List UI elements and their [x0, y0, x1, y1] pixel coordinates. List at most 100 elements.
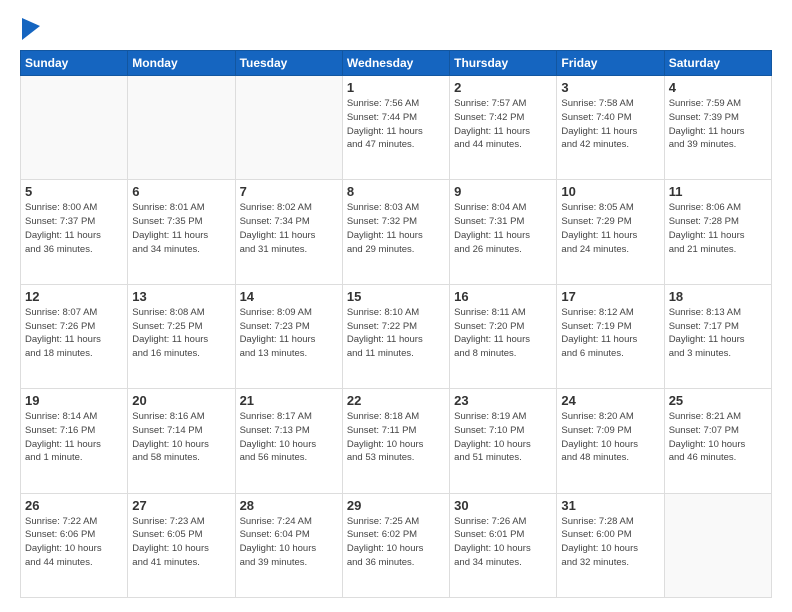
calendar-cell: 22 Sunrise: 8:18 AMSunset: 7:11 PMDayligh…	[342, 389, 449, 493]
day-number: 2	[454, 80, 552, 95]
day-info-line: Sunset: 6:06 PM	[25, 529, 95, 540]
day-info-line: and 51 minutes.	[454, 452, 522, 463]
day-info-line: and 13 minutes.	[240, 348, 308, 359]
day-info-line: and 18 minutes.	[25, 348, 93, 359]
calendar-cell: 31Sunrise: 7:28 AMSunset: 6:00 PMDayligh…	[557, 493, 664, 597]
day-info-line: Sunset: 6:05 PM	[132, 529, 202, 540]
day-info-line: Sunrise: 8:06 AM	[669, 202, 741, 213]
day-info-line: and 42 minutes.	[561, 139, 629, 150]
day-info-line: Sunset: 7:39 PM	[669, 112, 739, 123]
calendar-header-row: SundayMondayTuesdayWednesdayThursdayFrid…	[21, 51, 772, 76]
day-number: 15	[347, 289, 445, 304]
day-info: Sunrise: 8:16 AMSunset: 7:14 PMDaylight:…	[132, 410, 230, 465]
day-info-line: Sunrise: 8:04 AM	[454, 202, 526, 213]
day-info-line: Daylight: 11 hours	[347, 230, 423, 241]
calendar-cell: 29Sunrise: 7:25 AMSunset: 6:02 PMDayligh…	[342, 493, 449, 597]
day-info-line: Sunrise: 7:23 AM	[132, 516, 204, 527]
day-info-line: Sunrise: 8:10 AM	[347, 307, 419, 318]
day-info-line: Sunrise: 8:05 AM	[561, 202, 633, 213]
day-info-line: Sunset: 7:32 PM	[347, 216, 417, 227]
day-info: Sunrise: 7:57 AMSunset: 7:42 PMDaylight:…	[454, 97, 552, 152]
day-info: Sunrise: 8:08 AMSunset: 7:25 PMDaylight:…	[132, 306, 230, 361]
day-number: 19	[25, 393, 123, 408]
day-info-line: Daylight: 11 hours	[561, 334, 637, 345]
day-info-line: Sunset: 7:31 PM	[454, 216, 524, 227]
day-info-line: Sunrise: 8:13 AM	[669, 307, 741, 318]
day-info-line: Daylight: 11 hours	[132, 230, 208, 241]
calendar-cell	[128, 76, 235, 180]
day-info: Sunrise: 8:20 AMSunset: 7:09 PMDaylight:…	[561, 410, 659, 465]
day-info-line: Sunset: 7:28 PM	[669, 216, 739, 227]
day-info-line: and 29 minutes.	[347, 244, 415, 255]
day-number: 22	[347, 393, 445, 408]
day-info: Sunrise: 8:18 AMSunset: 7:11 PMDaylight:…	[347, 410, 445, 465]
calendar-cell: 13Sunrise: 8:08 AMSunset: 7:25 PMDayligh…	[128, 284, 235, 388]
day-info-line: Sunset: 7:23 PM	[240, 321, 310, 332]
day-info-line: Sunset: 7:35 PM	[132, 216, 202, 227]
calendar-cell: 8 Sunrise: 8:03 AMSunset: 7:32 PMDaylight…	[342, 180, 449, 284]
day-info-line: Daylight: 11 hours	[132, 334, 208, 345]
calendar-cell: 21Sunrise: 8:17 AMSunset: 7:13 PMDayligh…	[235, 389, 342, 493]
day-info: Sunrise: 8:19 AMSunset: 7:10 PMDaylight:…	[454, 410, 552, 465]
day-info-line: and 6 minutes.	[561, 348, 623, 359]
day-info-line: and 8 minutes.	[454, 348, 516, 359]
logo	[20, 18, 40, 40]
day-number: 16	[454, 289, 552, 304]
day-info-line: Daylight: 10 hours	[240, 543, 317, 554]
calendar-cell: 19Sunrise: 8:14 AMSunset: 7:16 PMDayligh…	[21, 389, 128, 493]
day-number: 20	[132, 393, 230, 408]
day-number: 12	[25, 289, 123, 304]
day-number: 8	[347, 184, 445, 199]
calendar-week-3: 12Sunrise: 8:07 AMSunset: 7:26 PMDayligh…	[21, 284, 772, 388]
day-number: 9	[454, 184, 552, 199]
calendar-cell: 9Sunrise: 8:04 AMSunset: 7:31 PMDaylight…	[450, 180, 557, 284]
day-info-line: and 44 minutes.	[25, 557, 93, 568]
calendar-cell: 26Sunrise: 7:22 AMSunset: 6:06 PMDayligh…	[21, 493, 128, 597]
calendar-cell: 10Sunrise: 8:05 AMSunset: 7:29 PMDayligh…	[557, 180, 664, 284]
day-info-line: Sunset: 7:25 PM	[132, 321, 202, 332]
day-number: 27	[132, 498, 230, 513]
day-info: Sunrise: 8:13 AMSunset: 7:17 PMDaylight:…	[669, 306, 767, 361]
day-info-line: Sunset: 6:02 PM	[347, 529, 417, 540]
day-info-line: Daylight: 10 hours	[132, 543, 209, 554]
day-info-line: Sunrise: 8:14 AM	[25, 411, 97, 422]
day-info: Sunrise: 8:21 AMSunset: 7:07 PMDaylight:…	[669, 410, 767, 465]
day-info: Sunrise: 7:25 AMSunset: 6:02 PMDaylight:…	[347, 515, 445, 570]
calendar-week-1: 1Sunrise: 7:56 AMSunset: 7:44 PMDaylight…	[21, 76, 772, 180]
calendar-cell	[235, 76, 342, 180]
day-info-line: Daylight: 11 hours	[669, 230, 745, 241]
day-info-line: Sunrise: 8:16 AM	[132, 411, 204, 422]
day-number: 11	[669, 184, 767, 199]
day-info: Sunrise: 8:10 AMSunset: 7:22 PMDaylight:…	[347, 306, 445, 361]
day-info-line: and 31 minutes.	[240, 244, 308, 255]
day-info-line: Daylight: 11 hours	[669, 126, 745, 137]
day-info-line: Sunset: 7:13 PM	[240, 425, 310, 436]
day-info-line: Daylight: 11 hours	[347, 126, 423, 137]
calendar-cell: 14Sunrise: 8:09 AMSunset: 7:23 PMDayligh…	[235, 284, 342, 388]
day-info-line: Sunrise: 8:11 AM	[454, 307, 526, 318]
day-info: Sunrise: 8:03 AMSunset: 7:32 PMDaylight:…	[347, 201, 445, 256]
day-info-line: Daylight: 10 hours	[454, 439, 531, 450]
day-info: Sunrise: 8:12 AMSunset: 7:19 PMDaylight:…	[561, 306, 659, 361]
day-info: Sunrise: 8:11 AMSunset: 7:20 PMDaylight:…	[454, 306, 552, 361]
day-info-line: Sunrise: 8:09 AM	[240, 307, 312, 318]
day-info: Sunrise: 8:04 AMSunset: 7:31 PMDaylight:…	[454, 201, 552, 256]
day-info-line: Daylight: 10 hours	[347, 543, 424, 554]
day-info-line: Daylight: 11 hours	[561, 126, 637, 137]
day-info-line: and 3 minutes.	[669, 348, 731, 359]
day-info-line: and 44 minutes.	[454, 139, 522, 150]
day-info: Sunrise: 7:26 AMSunset: 6:01 PMDaylight:…	[454, 515, 552, 570]
day-info-line: Sunrise: 7:28 AM	[561, 516, 633, 527]
day-info-line: Sunrise: 8:07 AM	[25, 307, 97, 318]
calendar-cell: 16 Sunrise: 8:11 AMSunset: 7:20 PMDayligh…	[450, 284, 557, 388]
day-info: Sunrise: 7:56 AMSunset: 7:44 PMDaylight:…	[347, 97, 445, 152]
calendar-cell: 23Sunrise: 8:19 AMSunset: 7:10 PMDayligh…	[450, 389, 557, 493]
day-info: Sunrise: 8:06 AM Sunset: 7:28 PM Daylight:…	[669, 201, 767, 256]
day-number: 6	[132, 184, 230, 199]
day-info-line: and 26 minutes.	[454, 244, 522, 255]
day-info-line: Daylight: 11 hours	[240, 334, 316, 345]
day-info: Sunrise: 7:59 AMSunset: 7:39 PMDaylight:…	[669, 97, 767, 152]
day-info-line: Sunrise: 8:21 AM	[669, 411, 741, 422]
calendar-cell: 28Sunrise: 7:24 AMSunset: 6:04 PMDayligh…	[235, 493, 342, 597]
calendar-cell	[21, 76, 128, 180]
